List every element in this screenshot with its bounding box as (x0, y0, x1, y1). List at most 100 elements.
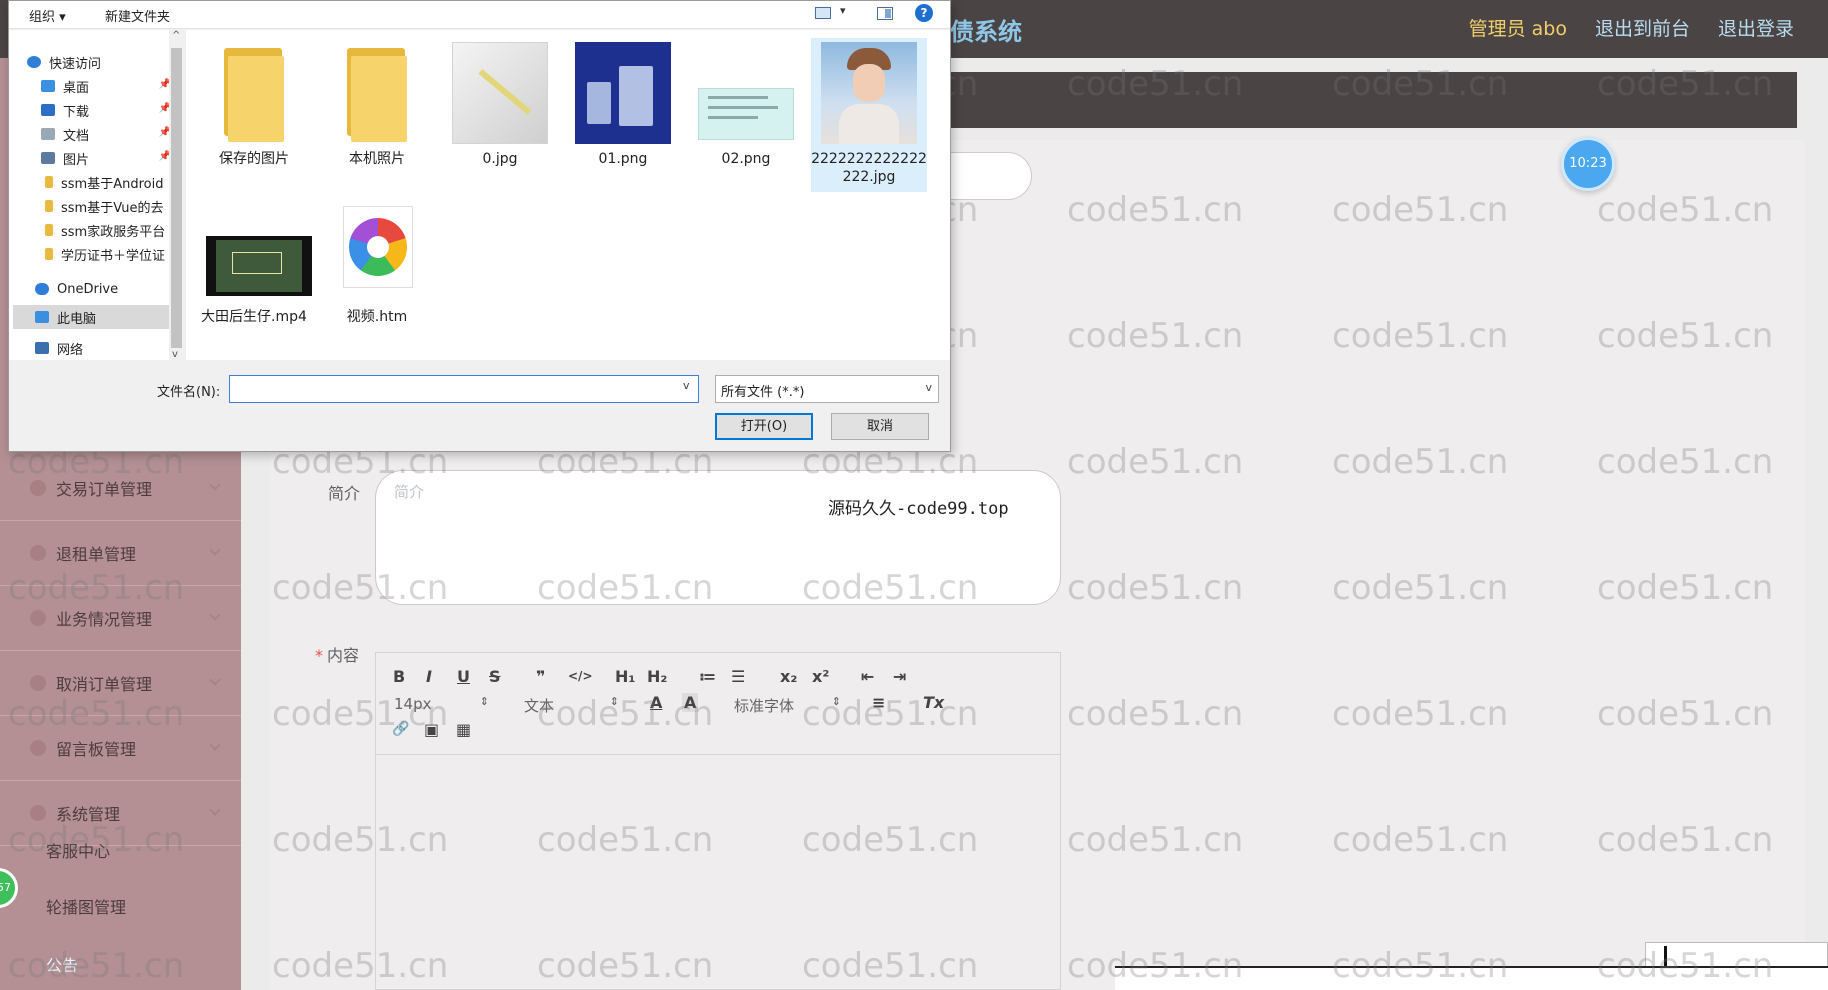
quote-button[interactable]: ❞ (536, 667, 545, 686)
chevron-down-icon (209, 739, 221, 751)
sidebar-item-cancel-orders[interactable]: 取消订单管理 (0, 651, 241, 716)
preview-pane-icon[interactable] (877, 7, 893, 20)
nav-scrollbar[interactable]: ^ v (169, 30, 184, 360)
menu-icon (30, 675, 46, 691)
sidebar-item-return-orders[interactable]: 退租单管理 (0, 521, 241, 586)
cursor-bar (1664, 946, 1667, 966)
video-icon[interactable]: ▦ (456, 720, 471, 739)
file-item-video-htm[interactable]: 视频.htm (319, 200, 435, 326)
menu-icon (30, 545, 46, 561)
chevron-down-icon[interactable]: ▾ (840, 4, 846, 17)
file-item-video-mp4[interactable]: 大田后生仔.mp4 (196, 200, 312, 326)
file-item-saved-pictures[interactable]: 保存的图片 (196, 42, 312, 168)
superscript-button[interactable]: x² (812, 667, 829, 686)
chevron-down-icon[interactable]: v (683, 379, 690, 392)
intro-textarea[interactable]: 简介 (375, 470, 1061, 605)
new-folder-button[interactable]: 新建文件夹 (105, 6, 170, 25)
logout-link[interactable]: 退出登录 (1718, 14, 1794, 41)
h1-button[interactable]: H₁ (615, 667, 635, 686)
nav-label: 文档 (63, 128, 90, 144)
nav-pictures[interactable]: 图片 📌 (41, 146, 177, 170)
image-thumbnail (452, 42, 548, 144)
background-color-button[interactable]: A (682, 693, 699, 712)
font-size-value: 14px (394, 695, 432, 713)
content-label-text: 内容 (327, 646, 360, 665)
help-icon[interactable]: ? (915, 4, 933, 22)
file-item-0-jpg[interactable]: 0.jpg (442, 42, 558, 168)
underline-button[interactable]: U (457, 667, 470, 686)
chevron-up-icon[interactable]: ^ (172, 30, 180, 41)
nav-folder-vue[interactable]: ssm基于Vue的去 (45, 194, 175, 218)
file-type-value: 所有文件 (*.*) (721, 385, 805, 400)
nav-label: 图片 (63, 152, 90, 168)
bold-button[interactable]: B (393, 667, 405, 686)
nav-documents[interactable]: 文档 📌 (41, 122, 177, 146)
sidebar-sub-notice[interactable]: 公告 (46, 952, 78, 976)
time-badge[interactable]: 10:23 (1561, 137, 1615, 191)
sidebar-item-business[interactable]: 业务情况管理 (0, 586, 241, 651)
file-name: 保存的图片 (219, 151, 289, 167)
align-button[interactable]: ≡ (872, 693, 885, 712)
image-thumbnail (698, 42, 794, 144)
nav-this-pc[interactable]: 此电脑 (13, 305, 169, 329)
file-list: 保存的图片 本机照片 0.jpg 01.png 02.png 222222222… (186, 30, 950, 360)
font-size-select[interactable]: 14px ⇕ (394, 695, 489, 715)
select-arrows-icon: ⇕ (479, 695, 489, 708)
sidebar-item-message-board[interactable]: 留言板管理 (0, 716, 241, 781)
strike-button[interactable]: S (489, 667, 501, 686)
folder-icon (45, 176, 53, 188)
file-item-02-png[interactable]: 02.png (688, 42, 804, 168)
sidebar-item-trade-orders[interactable]: 交易订单管理 (0, 456, 241, 521)
image-thumbnail (821, 42, 917, 144)
file-type-filter[interactable]: 所有文件 (*.*) v (715, 375, 939, 403)
view-mode-icon[interactable] (815, 7, 831, 19)
nav-folder-housekeeping[interactable]: ssm家政服务平台 (45, 218, 175, 242)
intro-placeholder: 简介 (394, 483, 425, 501)
clear-format-button[interactable]: Tx (923, 693, 944, 712)
indent-left-button[interactable]: ⇤ (861, 667, 874, 686)
h2-button[interactable]: H₂ (647, 667, 667, 686)
sidebar-sub-carousel[interactable]: 轮播图管理 (46, 894, 126, 918)
nav-folder-android[interactable]: ssm基于Android (45, 170, 175, 194)
file-name: 视频.htm (346, 309, 408, 325)
nav-quick-access[interactable]: 快速访问 (27, 50, 187, 74)
font-family-select[interactable]: 标准字体 ⇕ (734, 695, 841, 715)
chevron-down-icon[interactable]: v (172, 349, 178, 360)
text-type-select[interactable]: 文本 ⇕ (524, 695, 619, 715)
cloud-icon (35, 283, 49, 295)
file-item-01-png[interactable]: 01.png (565, 42, 681, 168)
file-item-local-photos[interactable]: 本机照片 (319, 42, 435, 168)
subscript-button[interactable]: x₂ (780, 667, 797, 686)
nav-label: 网络 (57, 342, 84, 358)
nav-downloads[interactable]: 下载 📌 (41, 98, 177, 122)
sidebar-item-label: 交易订单管理 (56, 480, 153, 499)
nav-desktop[interactable]: 桌面 📌 (41, 74, 177, 98)
overlay-source-text: 源码久久-code99.top (828, 499, 1009, 519)
filename-input[interactable] (229, 375, 699, 403)
editor-toolbar: B I U S ❞ </> H₁ H₂ ≔ ☰ x₂ x² ⇤ ⇥ 14px ⇕ … (376, 653, 1060, 755)
nav-label: 下载 (63, 104, 90, 120)
font-color-button[interactable]: A (650, 693, 662, 712)
file-item-portrait-jpg[interactable]: 2222222222222222.jpg (811, 38, 927, 192)
nav-folder-certificates[interactable]: 学历证书＋学位证 (45, 242, 175, 266)
exit-to-front-link[interactable]: 退出到前台 (1595, 14, 1690, 41)
scrollbar-thumb[interactable] (171, 48, 182, 348)
open-button[interactable]: 打开(O) (715, 413, 813, 440)
bullet-list-button[interactable]: ☰ (731, 667, 745, 686)
sidebar-item-system[interactable]: 系统管理 (0, 781, 241, 846)
ordered-list-button[interactable]: ≔ (699, 667, 716, 686)
italic-button[interactable]: I (426, 667, 432, 686)
image-icon[interactable]: ▣ (424, 720, 439, 739)
cancel-button[interactable]: 取消 (831, 413, 929, 440)
sidebar-item-label: 留言板管理 (56, 740, 137, 759)
document-icon (41, 128, 55, 140)
nav-label: 此电脑 (57, 311, 97, 327)
link-icon[interactable]: 🔗 (392, 721, 409, 737)
admin-name: 管理员 abo (1468, 18, 1567, 40)
sidebar-sub-customer-service[interactable]: 客服中心 (46, 838, 110, 862)
select-arrows-icon: ⇕ (609, 695, 619, 708)
code-button[interactable]: </> (568, 669, 593, 683)
star-icon (27, 56, 41, 68)
organize-menu[interactable]: 组织 ▾ (29, 6, 66, 25)
indent-right-button[interactable]: ⇥ (893, 667, 906, 686)
